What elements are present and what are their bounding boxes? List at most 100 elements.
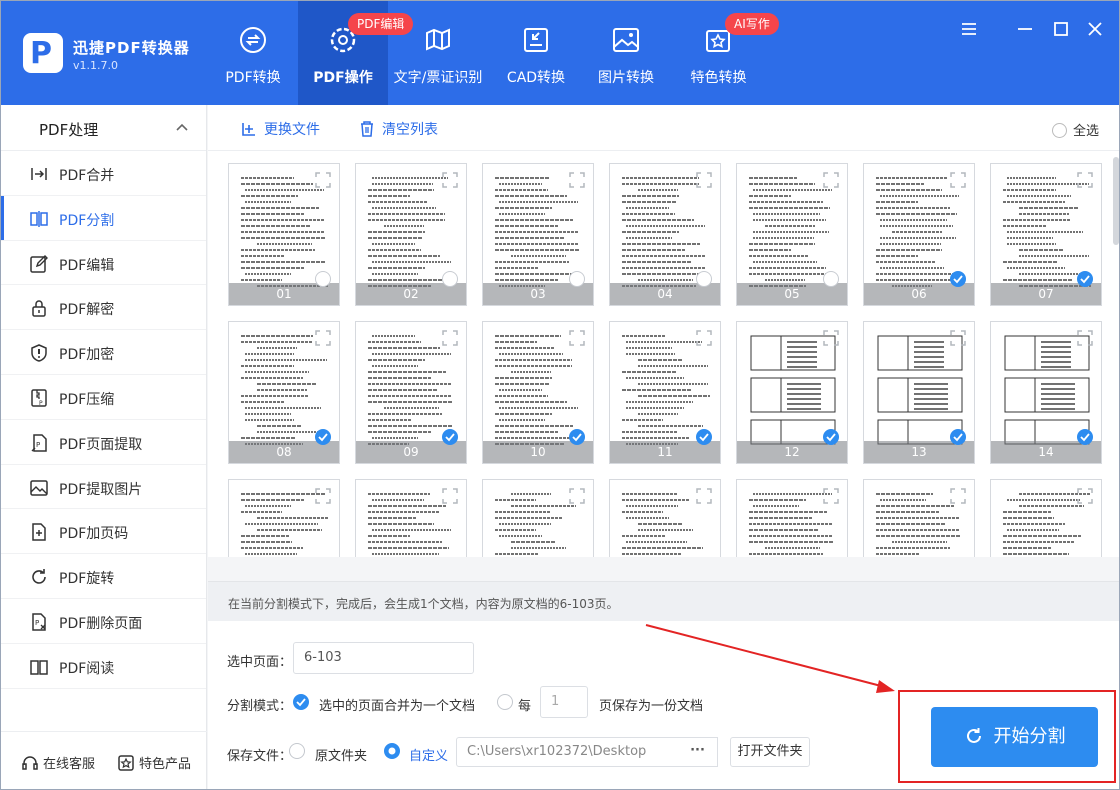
check-icon (296, 698, 306, 707)
chevron-up-icon[interactable] (175, 122, 189, 132)
page-thumbnail[interactable]: 02 (355, 163, 467, 306)
expand-icon[interactable] (315, 172, 331, 188)
page-thumbnail[interactable]: 03 (482, 163, 594, 306)
save-custom-radio[interactable] (384, 743, 400, 759)
page-thumbnail[interactable]: 07 (990, 163, 1102, 306)
page-checkbox[interactable] (442, 429, 458, 445)
page-checkbox[interactable] (823, 429, 839, 445)
save-original-radio[interactable] (289, 743, 305, 759)
page-thumbnail[interactable]: 09 (355, 321, 467, 464)
expand-icon[interactable] (315, 488, 331, 504)
mode-every-radio[interactable] (497, 694, 513, 710)
menu-icon[interactable] (955, 15, 983, 43)
sidebar-item-rotate[interactable]: PDF旋转 (1, 554, 206, 599)
sidebar-item-compress[interactable]: P PDF压缩 (1, 375, 206, 420)
online-service-button[interactable]: 在线客服 (21, 753, 95, 772)
svg-text:P: P (39, 400, 43, 407)
page-checkbox[interactable] (696, 429, 712, 445)
nav-tab-cad[interactable]: CAD转换 (491, 1, 581, 105)
page-checkbox[interactable] (442, 271, 458, 287)
sidebar-list: PDF合并 PDF分割 PDF编辑 PDF解密 PDF加密 P PDF压缩 P PDF页面提取 P… (1, 151, 206, 689)
expand-icon[interactable] (950, 172, 966, 188)
expand-icon[interactable] (315, 330, 331, 346)
expand-icon[interactable] (823, 172, 839, 188)
sidebar-item-shield[interactable]: PDF加密 (1, 330, 206, 375)
sidebar-item-delete-page[interactable]: P PDF删除页面 (1, 599, 206, 644)
page-thumbnail[interactable] (228, 479, 340, 557)
page-checkbox[interactable] (696, 271, 712, 287)
page-thumbnail[interactable] (609, 479, 721, 557)
page-checkbox[interactable] (950, 429, 966, 445)
page-thumbnail[interactable]: 06 (863, 163, 975, 306)
expand-icon[interactable] (950, 488, 966, 504)
page-thumbnail[interactable]: 10 (482, 321, 594, 464)
sidebar-header[interactable]: PDF处理 (1, 105, 206, 151)
minimize-icon[interactable] (1011, 15, 1039, 43)
sidebar-item-unlock[interactable]: PDF解密 (1, 285, 206, 331)
page-thumbnail[interactable] (736, 479, 848, 557)
page-checkbox[interactable] (569, 429, 585, 445)
page-thumbnail[interactable] (990, 479, 1102, 557)
expand-icon[interactable] (950, 330, 966, 346)
page-thumbnail[interactable] (863, 479, 975, 557)
page-thumbnail[interactable]: 08 (228, 321, 340, 464)
page-thumbnail[interactable]: 12 (736, 321, 848, 464)
page-checkbox[interactable] (1077, 271, 1093, 287)
info-text: 在当前分割模式下，完成后，会生成1个文档，内容为原文档的6-103页。 (228, 597, 619, 611)
open-folder-button[interactable]: 打开文件夹 (730, 737, 810, 767)
expand-icon[interactable] (569, 488, 585, 504)
sidebar-item-edit[interactable]: PDF编辑 (1, 241, 206, 286)
page-thumbnail[interactable]: 04 (609, 163, 721, 306)
page-thumbnail[interactable]: 01 (228, 163, 340, 306)
expand-icon[interactable] (823, 330, 839, 346)
page-thumbnail[interactable]: 13 (863, 321, 975, 464)
sidebar-item-page-number[interactable]: PDF加页码 (1, 509, 206, 555)
sidebar-item-image-extract[interactable]: PDF提取图片 (1, 465, 206, 510)
special-products-button[interactable]: 特色产品 (117, 753, 191, 772)
page-checkbox[interactable] (315, 271, 331, 287)
page-thumbnail[interactable] (355, 479, 467, 557)
page-thumbnail[interactable]: 14 (990, 321, 1102, 464)
save-path-input[interactable]: C:\Users\xr102372\Desktop (456, 737, 679, 767)
mode-merge-radio[interactable] (293, 694, 309, 710)
expand-icon[interactable] (1077, 488, 1093, 504)
select-all-radio[interactable] (1051, 123, 1067, 138)
selected-pages-input[interactable]: 6-103 (293, 642, 474, 674)
page-thumbnail[interactable] (482, 479, 594, 557)
page-thumbnail[interactable]: 05 (736, 163, 848, 306)
expand-icon[interactable] (696, 330, 712, 346)
maximize-icon[interactable] (1047, 15, 1075, 43)
expand-icon[interactable] (569, 172, 585, 188)
expand-icon[interactable] (823, 488, 839, 504)
page-checkbox[interactable] (1077, 429, 1093, 445)
svg-text:P: P (35, 619, 39, 627)
expand-icon[interactable] (1077, 330, 1093, 346)
expand-icon[interactable] (569, 330, 585, 346)
info-bar: 在当前分割模式下，完成后，会生成1个文档，内容为原文档的6-103页。 (208, 581, 1119, 621)
page-checkbox[interactable] (950, 271, 966, 287)
browse-folder-button[interactable]: ··· (678, 737, 718, 767)
clear-list-button[interactable]: 清空列表 (358, 119, 438, 139)
replace-file-button[interactable]: 更换文件 (240, 119, 320, 139)
nav-tab-pdf-convert[interactable]: PDF转换 (208, 1, 298, 105)
expand-icon[interactable] (696, 488, 712, 504)
expand-icon[interactable] (1077, 172, 1093, 188)
sidebar-item-book[interactable]: PDF阅读 (1, 644, 206, 689)
grid-scrollbar[interactable] (1113, 157, 1119, 245)
expand-icon[interactable] (696, 172, 712, 188)
nav-tab-image[interactable]: 图片转换 (581, 1, 671, 105)
sidebar-item-split[interactable]: PDF分割 (1, 195, 206, 241)
expand-icon[interactable] (442, 488, 458, 504)
page-thumbnail[interactable]: 11 (609, 321, 721, 464)
close-icon[interactable] (1081, 15, 1109, 43)
page-checkbox[interactable] (823, 271, 839, 287)
delete-page-icon: P (32, 613, 46, 631)
expand-icon[interactable] (442, 330, 458, 346)
sidebar-item-merge[interactable]: PDF合并 (1, 151, 206, 196)
sidebar-item-page-extract[interactable]: P PDF页面提取 (1, 420, 206, 465)
expand-icon[interactable] (442, 172, 458, 188)
select-all-toggle[interactable]: 全选 (1051, 120, 1099, 139)
page-checkbox[interactable] (315, 429, 331, 445)
page-checkbox[interactable] (569, 271, 585, 287)
every-pages-input[interactable]: 1 (540, 686, 588, 718)
